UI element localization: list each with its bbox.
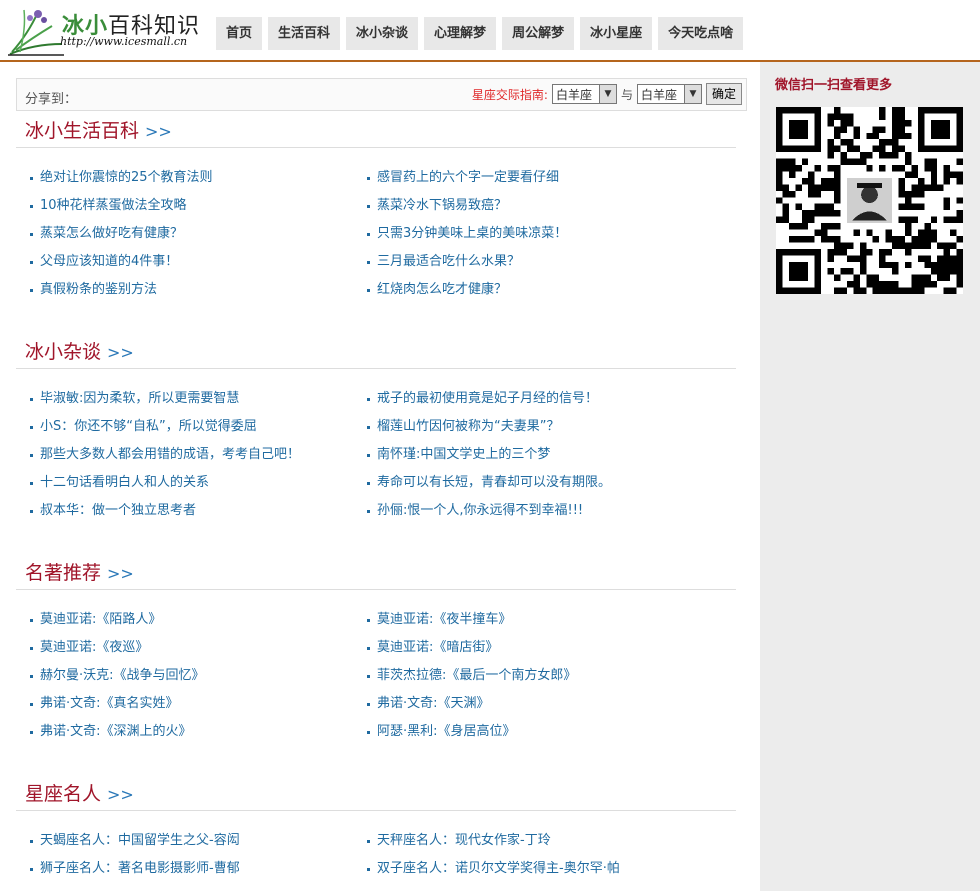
zodiac-with-label: 与 [620, 87, 633, 102]
section-title-text: 名著推荐 [25, 562, 102, 584]
list-item[interactable]: 毕淑敏:因为柔软，所以更需要智慧 [30, 389, 370, 417]
list-item[interactable]: 双子座名人：诺贝尔文学奖得主-奥尔罕·帕 [367, 859, 707, 887]
zodiac-guide-label[interactable]: 星座交际指南: [472, 86, 548, 103]
list-left: 莫迪亚诺:《陌路人》 莫迪亚诺:《夜巡》 赫尔曼·沃克:《战争与回忆》 弗诺·文… [30, 610, 370, 750]
chevron-down-icon: ▼ [598, 85, 616, 103]
chevron-down-icon: ▼ [683, 85, 701, 103]
list-item[interactable]: 莫迪亚诺:《夜巡》 [30, 638, 370, 666]
nav-item-home[interactable]: 首页 [216, 17, 263, 50]
list-left: 毕淑敏:因为柔软，所以更需要智慧 小S：你还不够“自私”，所以觉得委屈 那些大多… [30, 389, 370, 529]
section-life: 冰小生活百科 >> 绝对让你震惊的25个教育法则 10种花样蒸蛋做法全攻略 蒸菜怎… [16, 114, 736, 297]
main-content: 分享到： 星座交际指南: 白羊座 ▼ 与 白羊座 ▼ 确定 冰小生活百科 >> 绝… [16, 78, 747, 876]
list-item[interactable]: 蒸菜怎么做好吃有健康？ [30, 224, 370, 252]
list-item[interactable]: 阿瑟·黑利:《身居高位》 [367, 722, 707, 750]
section-title-text: 冰小杂谈 [25, 341, 102, 363]
list-item[interactable]: 那些大多数人都会用错的成语，考考自己吧！ [30, 445, 370, 473]
section-title[interactable]: 冰小生活百科 >> [16, 114, 736, 148]
list-right: 莫迪亚诺:《夜半撞车》 莫迪亚诺:《暗店街》 菲茨杰拉德:《最后一个南方女郎》 … [367, 610, 707, 750]
list-item[interactable]: 狮子座名人：著名电影摄影师-曹郁 [30, 859, 370, 887]
list-item[interactable]: 戒子的最初使用竟是妃子月经的信号！ [367, 389, 707, 417]
zodiac-guide: 星座交际指南: 白羊座 ▼ 与 白羊座 ▼ 确定 [472, 83, 742, 105]
nav-item-life[interactable]: 生活百科 [268, 17, 341, 50]
share-label: 分享到： [25, 92, 78, 107]
share-bar: 分享到： 星座交际指南: 白羊座 ▼ 与 白羊座 ▼ 确定 [16, 78, 747, 111]
nav-item-psych-dream[interactable]: 心理解梦 [424, 17, 497, 50]
list-item[interactable]: 十二句话看明白人和人的关系 [30, 473, 370, 501]
list-item[interactable]: 红烧肉怎么吃才健康？ [367, 280, 707, 308]
section-classics: 名著推荐 >> 莫迪亚诺:《陌路人》 莫迪亚诺:《夜巡》 赫尔曼·沃克:《战争与回… [16, 556, 736, 739]
more-link[interactable]: >> [145, 122, 172, 141]
section-title-text: 冰小生活百科 [25, 120, 140, 142]
section-talk: 冰小杂谈 >> 毕淑敏:因为柔软，所以更需要智慧 小S：你还不够“自私”，所以觉得… [16, 335, 736, 518]
site-logo[interactable]: 冰小百科知识 http://www.icesmall.cn [8, 4, 208, 58]
section-title[interactable]: 星座名人 >> [16, 777, 736, 811]
list-item[interactable]: 叔本华：做一个独立思考者 [30, 501, 370, 529]
nav-item-zhougong-dream[interactable]: 周公解梦 [502, 17, 575, 50]
orchid-logo-icon [8, 9, 64, 56]
list-item[interactable]: 蒸菜冷水下锅易致癌？ [367, 196, 707, 224]
section-title[interactable]: 冰小杂谈 >> [16, 335, 736, 369]
sidebar: 微信扫一扫查看更多 [760, 62, 980, 891]
list-left: 绝对让你震惊的25个教育法则 10种花样蒸蛋做法全攻略 蒸菜怎么做好吃有健康？ … [30, 168, 370, 308]
zodiac-select-b[interactable]: 白羊座 ▼ [636, 84, 702, 104]
more-link[interactable]: >> [107, 564, 134, 583]
zodiac-select-a[interactable]: 白羊座 ▼ [551, 84, 617, 104]
section-title[interactable]: 名著推荐 >> [16, 556, 736, 590]
list-item[interactable]: 感冒药上的六个字一定要看仔细 [367, 168, 707, 196]
zodiac-select-a-value: 白羊座 [555, 87, 592, 102]
nav-item-food[interactable]: 今天吃点啥 [658, 17, 744, 50]
list-item[interactable]: 绝对让你震惊的25个教育法则 [30, 168, 370, 196]
list-item[interactable]: 莫迪亚诺:《夜半撞车》 [367, 610, 707, 638]
list-right: 感冒药上的六个字一定要看仔细 蒸菜冷水下锅易致癌？ 只需3分钟美味上桌的美味凉菜… [367, 168, 707, 308]
nav-item-talk[interactable]: 冰小杂谈 [346, 17, 419, 50]
sidebar-title: 微信扫一扫查看更多 [775, 78, 893, 93]
qr-code-icon [776, 107, 963, 294]
list-item[interactable]: 榴莲山竹因何被称为“夫妻果”？ [367, 417, 707, 445]
list-item[interactable]: 只需3分钟美味上桌的美味凉菜！ [367, 224, 707, 252]
nav-item-astrology[interactable]: 冰小星座 [580, 17, 653, 50]
list-item[interactable]: 南怀瑾:中国文学史上的三个梦 [367, 445, 707, 473]
list-item[interactable]: 寿命可以有长短，青春却可以没有期限。 [367, 473, 707, 501]
list-left: 天蝎座名人：中国留学生之父-容闳 狮子座名人：著名电影摄影师-曹郁 [30, 831, 370, 887]
list-item[interactable]: 真假粉条的鉴别方法 [30, 280, 370, 308]
list-item[interactable]: 天秤座名人：现代女作家-丁玲 [367, 831, 707, 859]
list-item[interactable]: 赫尔曼·沃克:《战争与回忆》 [30, 666, 370, 694]
list-item[interactable]: 菲茨杰拉德:《最后一个南方女郎》 [367, 666, 707, 694]
more-link[interactable]: >> [107, 343, 134, 362]
list-item[interactable]: 小S：你还不够“自私”，所以觉得委屈 [30, 417, 370, 445]
section-zodiac-celebs: 星座名人 >> 天蝎座名人：中国留学生之父-容闳 狮子座名人：著名电影摄影师-曹郁… [16, 777, 736, 876]
list-item[interactable]: 弗诺·文奇:《真名实姓》 [30, 694, 370, 722]
main-nav: 首页 生活百科 冰小杂谈 心理解梦 周公解梦 冰小星座 今天吃点啥 [216, 17, 744, 50]
logo-url: http://www.icesmall.cn [60, 35, 188, 48]
zodiac-confirm-button[interactable]: 确定 [705, 83, 742, 105]
list-item[interactable]: 莫迪亚诺:《暗店街》 [367, 638, 707, 666]
list-item[interactable]: 莫迪亚诺:《陌路人》 [30, 610, 370, 638]
site-header: 冰小百科知识 http://www.icesmall.cn 首页 生活百科 冰小… [0, 0, 980, 62]
list-item[interactable]: 孙俪:恨一个人,你永远得不到幸福!!! [367, 501, 707, 529]
more-link[interactable]: >> [107, 785, 134, 804]
list-item[interactable]: 10种花样蒸蛋做法全攻略 [30, 196, 370, 224]
list-item[interactable]: 弗诺·文奇:《深渊上的火》 [30, 722, 370, 750]
list-item[interactable]: 天蝎座名人：中国留学生之父-容闳 [30, 831, 370, 859]
section-title-text: 星座名人 [25, 783, 102, 805]
list-item[interactable]: 父母应该知道的4件事！ [30, 252, 370, 280]
list-item[interactable]: 三月最适合吃什么水果？ [367, 252, 707, 280]
list-right: 天秤座名人：现代女作家-丁玲 双子座名人：诺贝尔文学奖得主-奥尔罕·帕 [367, 831, 707, 887]
list-right: 戒子的最初使用竟是妃子月经的信号！ 榴莲山竹因何被称为“夫妻果”？ 南怀瑾:中国… [367, 389, 707, 529]
zodiac-select-b-value: 白羊座 [640, 87, 677, 102]
list-item[interactable]: 弗诺·文奇:《天渊》 [367, 694, 707, 722]
